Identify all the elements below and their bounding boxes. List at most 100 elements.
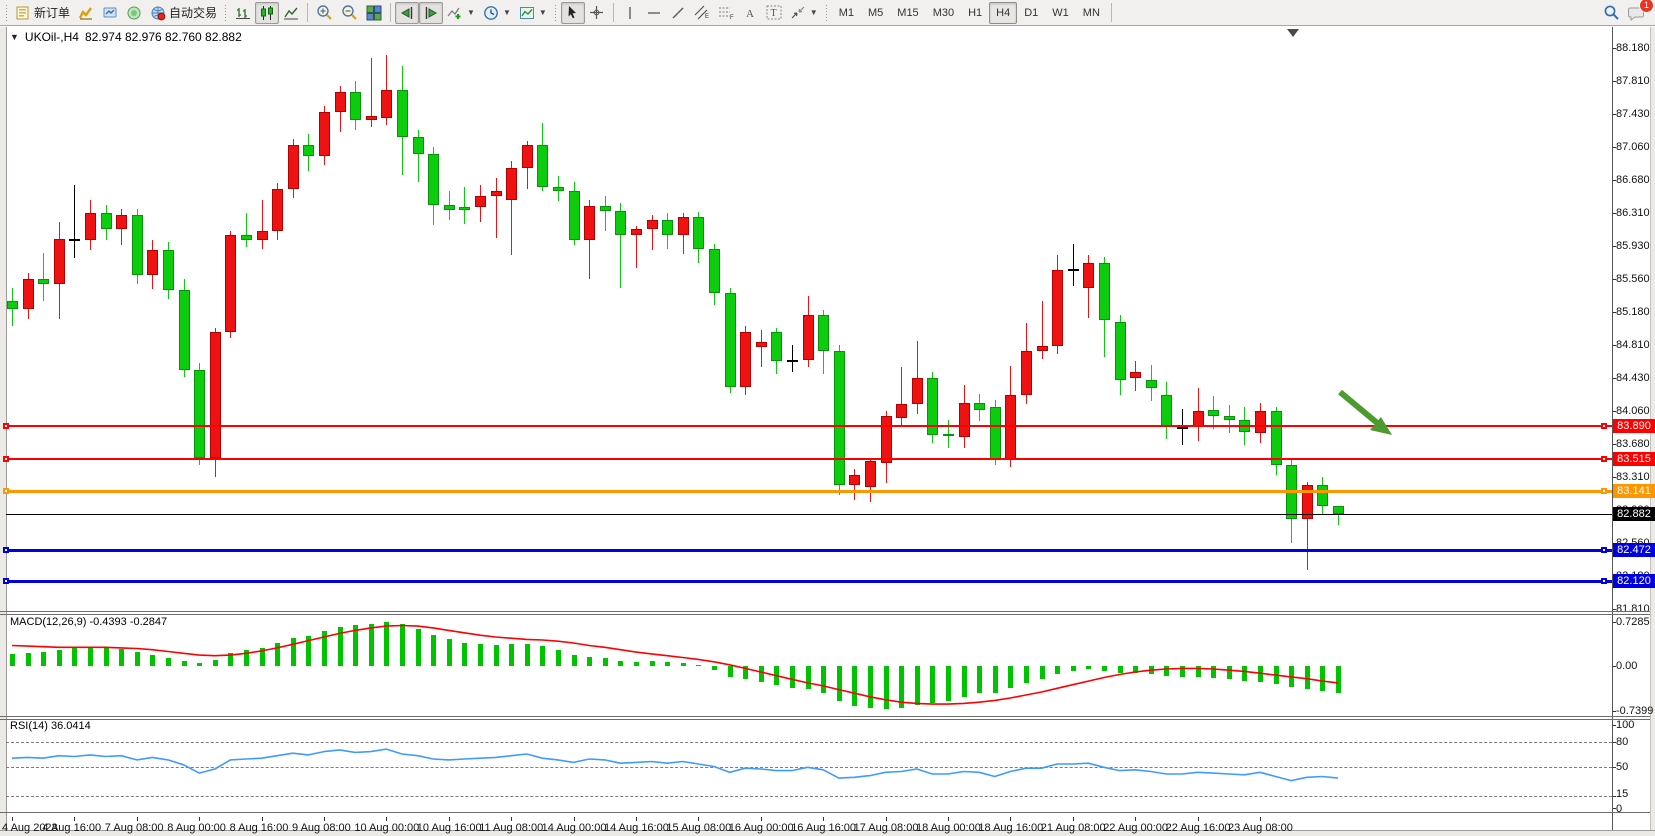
time-tick-label: 4 Aug 16:00	[42, 822, 101, 834]
macd-histogram-bar	[946, 666, 951, 701]
line-handle-right[interactable]	[1601, 547, 1607, 553]
macd-histogram-bar	[494, 645, 499, 666]
price-chart-plot[interactable]: 88.18087.81087.43087.06086.68086.31085.9…	[0, 27, 1655, 830]
rsi-tick-label: 100	[1616, 719, 1634, 731]
toolbar-grip[interactable]	[5, 4, 9, 22]
zoom-in-button[interactable]	[312, 2, 337, 24]
line-handle-right[interactable]	[1601, 578, 1607, 584]
candle-bullish	[147, 250, 158, 275]
search-button[interactable]	[1599, 2, 1624, 24]
text-button[interactable]: A	[738, 2, 762, 24]
time-tick-label: 10 Aug 00:00	[354, 822, 419, 834]
horizontal-line-button[interactable]	[642, 2, 666, 24]
vertical-line-button[interactable]	[618, 2, 642, 24]
line-handle-right[interactable]	[1601, 423, 1607, 429]
time-tick-label: 17 Aug 08:00	[854, 822, 919, 834]
line-handle-right[interactable]	[1601, 456, 1607, 462]
main-macd-separator[interactable]	[0, 611, 1650, 612]
horizontal-line-83.141[interactable]	[6, 490, 1612, 493]
toolbar-grip[interactable]	[554, 4, 558, 22]
chart-window-button[interactable]	[74, 2, 98, 24]
macd-histogram-bar	[696, 665, 701, 666]
candle-bearish	[132, 215, 143, 275]
timeframe-button-mn[interactable]: MN	[1076, 2, 1107, 24]
horizontal-line-82.472[interactable]	[6, 549, 1612, 552]
crosshair-button[interactable]	[585, 2, 609, 24]
arrows-shapes-button[interactable]: ▼	[786, 2, 822, 24]
periods-button[interactable]: ▼	[479, 2, 515, 24]
macd-histogram-bar	[1040, 666, 1045, 679]
text-label-button[interactable]: T	[762, 2, 786, 24]
time-tick-label: 18 Aug 00:00	[916, 822, 981, 834]
time-tick-mark	[262, 817, 263, 821]
price-line-label: 83.890	[1613, 419, 1655, 433]
macd-histogram-bar	[166, 658, 171, 666]
cursor-button[interactable]	[561, 2, 585, 24]
auto-trading-button[interactable]: 自动交易	[146, 2, 221, 24]
line-handle-left[interactable]	[3, 456, 9, 462]
chart-shift-button[interactable]	[419, 2, 443, 24]
toolbar-grip[interactable]	[224, 4, 228, 22]
bar-chart-button[interactable]	[231, 2, 255, 24]
market-watch-button[interactable]	[98, 2, 122, 24]
time-tick-mark	[74, 817, 75, 821]
candle-bullish	[584, 206, 595, 239]
price-tick-label: 84.060	[1616, 405, 1650, 417]
candle-bullish	[288, 145, 299, 189]
price-tick-label: 85.560	[1616, 273, 1650, 285]
horizontal-line-83.890[interactable]	[6, 425, 1612, 427]
macd-rsi-separator-2	[0, 719, 1650, 720]
candle-bullish	[475, 196, 486, 207]
macd-rsi-separator[interactable]	[0, 716, 1650, 717]
auto-scroll-button[interactable]	[395, 2, 419, 24]
macd-histogram-bar	[213, 660, 218, 666]
candle-wick	[761, 330, 762, 367]
line-handle-right[interactable]	[1601, 488, 1607, 494]
macd-histogram-bar	[353, 625, 358, 666]
horizontal-line-82.120[interactable]	[6, 580, 1612, 583]
line-handle-left[interactable]	[3, 547, 9, 553]
timeframe-button-h1[interactable]: H1	[961, 2, 989, 24]
candle-bullish	[85, 213, 96, 239]
candle-bullish	[631, 229, 642, 235]
timeframe-button-h4[interactable]: H4	[989, 2, 1017, 24]
indicators-button[interactable]: ▼	[443, 2, 479, 24]
candle-bullish	[506, 168, 517, 201]
candle-bearish	[553, 187, 564, 191]
line-handle-left[interactable]	[3, 488, 9, 494]
horizontal-line-82.882[interactable]	[6, 514, 1612, 515]
candle-bearish	[725, 293, 736, 387]
toolbar-grip[interactable]	[825, 4, 829, 22]
notifications-button[interactable]: 1	[1624, 2, 1649, 24]
timeframe-button-m5[interactable]: M5	[861, 2, 890, 24]
candle-bearish	[303, 145, 314, 156]
price-tick-label: 87.430	[1616, 108, 1650, 120]
macd-histogram-bar	[431, 635, 436, 666]
timeframe-button-m30[interactable]: M30	[926, 2, 961, 24]
candlestick-chart-button[interactable]	[255, 2, 279, 24]
time-tick-mark	[574, 817, 575, 821]
price-line-label: 82.120	[1613, 574, 1655, 588]
navigator-button[interactable]	[122, 2, 146, 24]
zoom-out-button[interactable]	[337, 2, 362, 24]
line-handle-left[interactable]	[3, 423, 9, 429]
channel-button[interactable]: E	[690, 2, 714, 24]
candle-bearish	[350, 92, 361, 120]
candle-bearish	[818, 315, 829, 351]
trendline-button[interactable]	[666, 2, 690, 24]
timeframe-button-m15[interactable]: M15	[890, 2, 925, 24]
line-handle-left[interactable]	[3, 578, 9, 584]
horizontal-line-83.515[interactable]	[6, 458, 1612, 460]
line-chart-button[interactable]	[279, 2, 303, 24]
fibonacci-button[interactable]: F	[714, 2, 738, 24]
macd-histogram-bar	[556, 650, 561, 666]
macd-histogram-bar	[72, 648, 77, 666]
timeframe-button-w1[interactable]: W1	[1045, 2, 1076, 24]
crosshair-icon	[589, 5, 604, 20]
timeframe-button-m1[interactable]: M1	[832, 2, 861, 24]
macd-histogram-bar	[790, 666, 795, 688]
templates-button[interactable]: ▼	[515, 2, 551, 24]
tile-windows-button[interactable]	[362, 2, 386, 24]
new-order-button[interactable]: 新订单	[12, 2, 74, 24]
timeframe-button-d1[interactable]: D1	[1017, 2, 1045, 24]
